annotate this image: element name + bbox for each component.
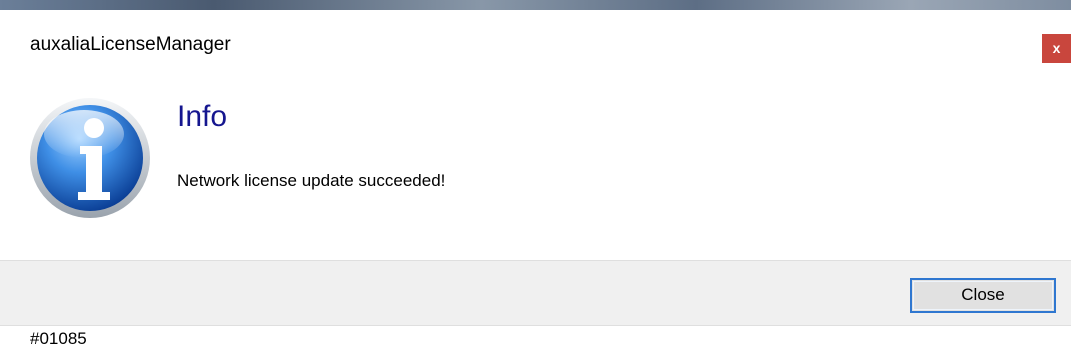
dialog-message: Network license update succeeded!: [177, 171, 446, 190]
message-code: #01085: [30, 329, 87, 348]
close-button[interactable]: Close: [910, 278, 1056, 313]
dialog-heading: Info: [177, 100, 228, 133]
window-title: auxaliaLicenseManager: [30, 34, 231, 55]
button-bar: Close: [0, 260, 1071, 326]
background-strip: [0, 0, 1071, 10]
window-close-button[interactable]: x: [1042, 34, 1071, 63]
dialog-window: auxaliaLicenseManager x Info Network lic…: [0, 10, 1071, 360]
titlebar: auxaliaLicenseManager x: [0, 10, 1071, 76]
info-icon: [30, 98, 150, 218]
